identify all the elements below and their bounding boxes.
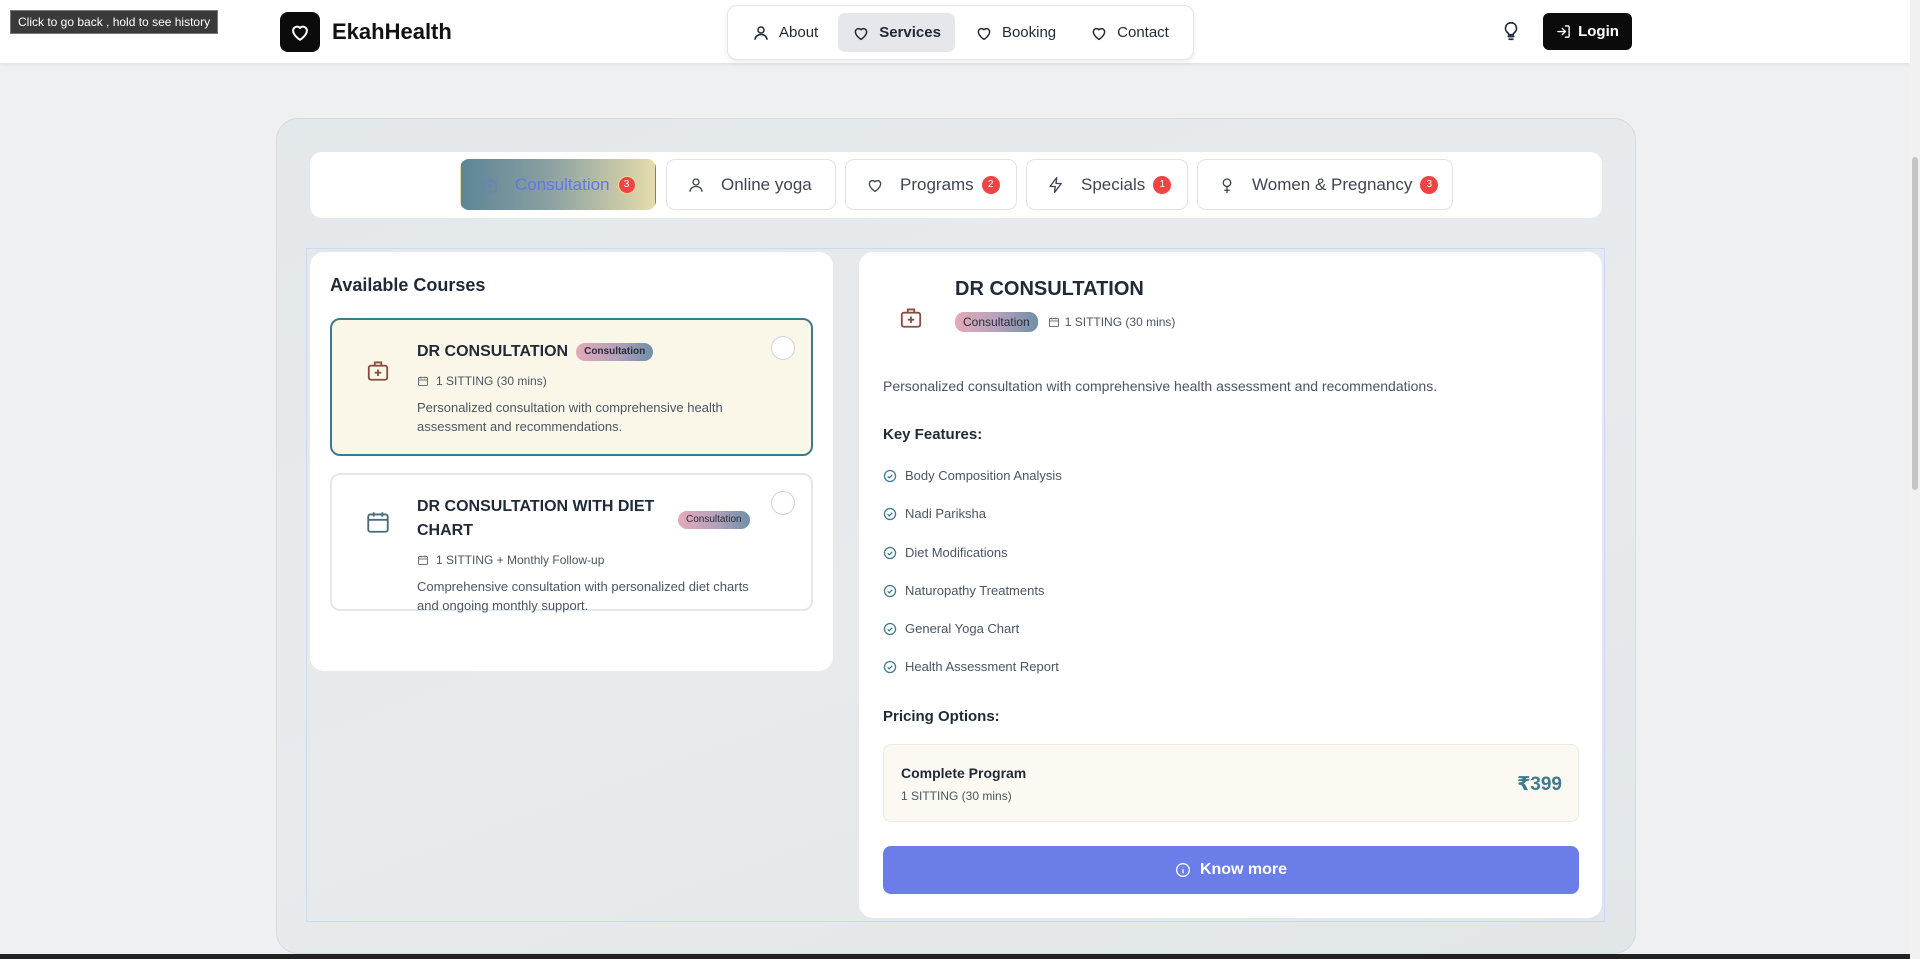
course-radio[interactable] (771, 491, 795, 515)
nav-item-about[interactable]: About (738, 13, 832, 52)
pricing-value: ₹399 (1517, 774, 1562, 795)
page-scrollbar-thumb[interactable] (1912, 157, 1918, 490)
panel-title: Available Courses (330, 275, 486, 295)
heart-logo-icon (280, 12, 320, 52)
pricing-title: Complete Program (901, 765, 1027, 781)
tab-label: Programs (900, 174, 974, 194)
tab-programs[interactable]: Programs 2 (845, 159, 1017, 210)
heart-icon (852, 24, 870, 42)
course-radio[interactable] (771, 336, 795, 360)
nav-item-services[interactable]: Services (838, 13, 955, 52)
feature-item: Body Composition Analysis (883, 468, 1062, 483)
login-button[interactable]: Login (1543, 13, 1632, 50)
course-detail-panel: DR CONSULTATION Consultation 1 SITTING (… (859, 252, 1602, 918)
course-card-dr-consultation[interactable]: DR CONSULTATION Consultation 1 SITTING (… (330, 318, 813, 456)
know-more-label: Know more (1199, 861, 1288, 878)
pricing-subtitle: 1 SITTING (30 mins) (901, 789, 1012, 803)
nav-item-booking[interactable]: Booking (961, 13, 1070, 52)
features-heading: Key Features: (883, 426, 983, 443)
course-description: Comprehensive consultation with personal… (417, 579, 749, 613)
course-name: DR CONSULTATION WITH DIET CHART (417, 498, 655, 539)
tab-specials[interactable]: Specials 1 (1026, 159, 1188, 210)
calendar-icon (1048, 316, 1060, 328)
tab-label: Specials (1081, 174, 1146, 194)
back-history-tooltip: Click to go back , hold to see history (10, 10, 219, 34)
count-badge: 3 (617, 175, 636, 194)
count-badge: 3 (1420, 175, 1439, 194)
course-card-dr-consultation-diet-chart[interactable]: DR CONSULTATION WITH DIET CHART Consulta… (330, 473, 813, 613)
female-icon (1218, 176, 1236, 194)
calendar-icon (365, 509, 391, 535)
user-icon (752, 24, 770, 42)
category-pill: Consultation (576, 343, 654, 361)
heart-icon (1090, 24, 1108, 42)
detail-title: DR CONSULTATION (955, 278, 1144, 300)
feature-item: Health Assessment Report (883, 659, 1059, 674)
lightning-icon (1047, 176, 1065, 194)
feature-item: Nadi Pariksha (883, 506, 986, 521)
calendar-icon (417, 375, 429, 387)
hospital-icon (365, 357, 391, 383)
tab-label: Consultation (515, 174, 610, 194)
brand-name: EkahHealth (332, 19, 452, 44)
nav-label: About (779, 24, 819, 41)
hospital-icon (898, 304, 924, 330)
check-circle-icon (883, 546, 897, 560)
tab-label: Women & Pregnancy (1252, 174, 1413, 194)
check-circle-icon (883, 584, 897, 598)
main-nav: About Services Booking Contact (727, 5, 1194, 60)
pricing-heading: Pricing Options: (883, 708, 1000, 725)
lightbulb-icon[interactable] (1500, 20, 1522, 42)
brand[interactable]: EkahHealth (280, 12, 452, 52)
know-more-button[interactable]: Know more (883, 846, 1579, 894)
course-duration: 1 SITTING + Monthly Follow-up (436, 553, 605, 567)
check-circle-icon (883, 469, 897, 483)
nav-label: Contact (1117, 24, 1169, 41)
nav-item-contact[interactable]: Contact (1076, 13, 1183, 52)
hospital-icon (481, 176, 499, 194)
calendar-icon (417, 554, 429, 566)
count-badge: 1 (1153, 175, 1172, 194)
feature-item: Naturopathy Treatments (883, 583, 1044, 598)
heart-icon (866, 176, 884, 194)
bottom-edge (0, 954, 1910, 959)
detail-duration: 1 SITTING (30 mins) (1064, 315, 1176, 329)
tab-online-yoga[interactable]: Online yoga (666, 159, 836, 210)
category-pill: Consultation (678, 511, 750, 529)
login-icon (1556, 24, 1571, 39)
tab-label: Online yoga (721, 174, 812, 194)
tab-women-pregnancy[interactable]: Women & Pregnancy 3 (1197, 159, 1453, 210)
tab-consultation[interactable]: Consultation 3 (460, 159, 656, 210)
course-name: DR CONSULTATION (417, 343, 569, 360)
nav-label: Booking (1001, 24, 1057, 41)
available-courses-panel: Available Courses DR CONSULTATION Consul… (310, 252, 833, 671)
course-duration: 1 SITTING (30 mins) (436, 374, 547, 388)
detail-description: Personalized consultation with comprehen… (883, 378, 1438, 394)
feature-item: Diet Modifications (883, 545, 1008, 560)
check-circle-icon (883, 507, 897, 521)
category-pill: Consultation (955, 312, 1038, 332)
info-icon (1175, 862, 1191, 878)
feature-item: General Yoga Chart (883, 621, 1019, 636)
pricing-option[interactable]: Complete Program 1 SITTING (30 mins) ₹39… (883, 744, 1579, 822)
login-label: Login (1578, 23, 1619, 40)
user-icon (687, 176, 705, 194)
course-description: Personalized consultation with comprehen… (417, 400, 723, 434)
check-circle-icon (883, 660, 897, 674)
site-header: EkahHealth About Services Booking Contac… (0, 0, 1910, 64)
check-circle-icon (883, 622, 897, 636)
nav-label: Services (879, 24, 941, 41)
heart-icon (975, 24, 993, 42)
count-badge: 2 (981, 175, 1000, 194)
